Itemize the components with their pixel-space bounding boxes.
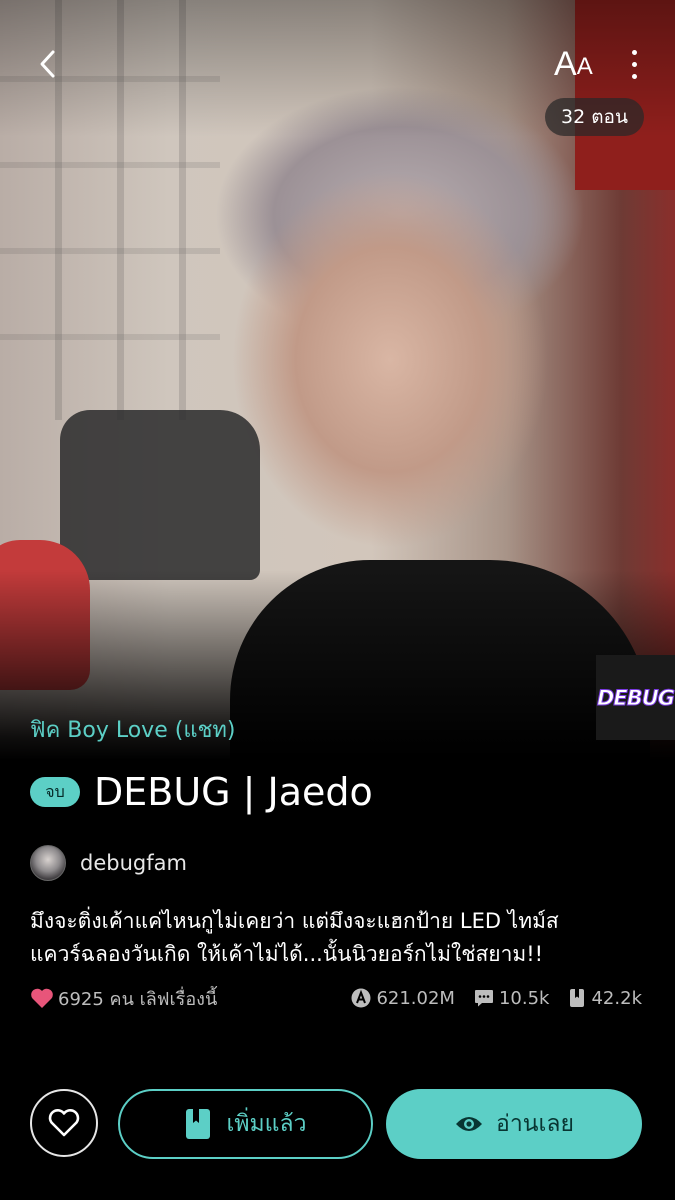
font-size-button[interactable]: A A	[554, 44, 593, 84]
add-to-library-button[interactable]: เพิ่มแล้ว	[118, 1089, 373, 1159]
vertical-dots-icon	[631, 49, 637, 55]
cover-watermark: DEBUG	[596, 655, 675, 740]
synopsis-line: มึงจะติ่งเค้าแค่ไหนกูไม่เคยว่า แต่มึงจะแ…	[30, 909, 559, 933]
heart-outline-icon	[48, 1109, 80, 1137]
title-row: จบ DEBUG | Jaedo	[30, 770, 373, 814]
read-button-label: อ่านเลย	[496, 1111, 574, 1137]
heart-icon	[31, 988, 53, 1008]
story-category[interactable]: ฟิค Boy Love (แชท)	[30, 712, 236, 747]
stats-row: 6925 คน เลิฟเรื่องนี้ 621.02M 10.5k 42.2…	[30, 985, 642, 1011]
likes-stat: 6925 คน เลิฟเรื่องนี้	[30, 984, 350, 1013]
back-button[interactable]	[28, 44, 68, 84]
like-button[interactable]	[30, 1089, 98, 1157]
story-title: DEBUG | Jaedo	[94, 770, 373, 814]
chevron-left-icon	[40, 50, 55, 78]
views-count: 621.02M	[376, 987, 455, 1009]
synopsis-line: แควร์ฉลองวันเกิด ให้เค้าไม่ได้...นั้นนิว…	[30, 942, 544, 966]
font-size-icon-small: A	[576, 53, 593, 80]
story-synopsis: มึงจะติ่งเค้าแค่ไหนกูไม่เคยว่า แต่มึงจะแ…	[30, 905, 650, 971]
bookmarks-stat: 42.2k	[567, 987, 642, 1009]
comments-count: 10.5k	[498, 987, 550, 1009]
comments-stat: 10.5k	[473, 987, 550, 1009]
author-name: debugfam	[80, 851, 187, 875]
more-options-button[interactable]	[618, 44, 650, 84]
likes-count: 6925 คน เลิฟเรื่องนี้	[58, 988, 218, 1010]
bookmark-icon	[186, 1109, 211, 1139]
font-size-icon-large: A	[554, 45, 577, 83]
author-link[interactable]: debugfam	[30, 845, 187, 881]
episode-count-badge: 32 ตอน	[545, 98, 644, 136]
library-button-label: เพิ่มแล้ว	[226, 1111, 307, 1137]
bookmarks-count: 42.2k	[591, 987, 642, 1009]
views-icon	[351, 988, 371, 1008]
views-stat: 621.02M	[350, 987, 455, 1009]
read-now-button[interactable]: อ่านเลย	[386, 1089, 642, 1159]
comment-icon	[474, 990, 493, 1007]
bookmark-icon	[570, 989, 585, 1007]
status-badge: จบ	[30, 777, 80, 807]
author-avatar	[30, 845, 66, 881]
eye-icon	[456, 1117, 483, 1131]
